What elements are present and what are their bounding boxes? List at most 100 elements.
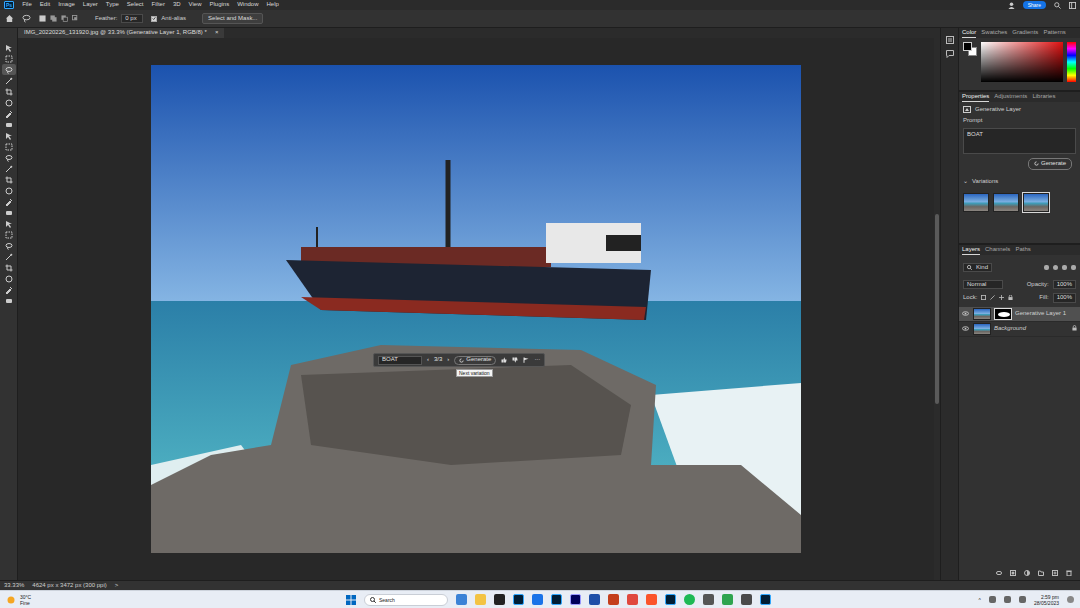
menu-item[interactable]: Layer (83, 1, 98, 8)
lock-brush-icon[interactable] (990, 295, 995, 300)
menu-item[interactable]: Plugins (209, 1, 229, 8)
tool-button[interactable] (2, 262, 16, 273)
color-field[interactable] (981, 42, 1063, 82)
layer-row[interactable]: Background (959, 322, 1080, 337)
photo[interactable]: BOAT ‹ 3/3 › Generate ··· (151, 65, 801, 553)
new-selection-icon[interactable] (39, 15, 46, 22)
more-options-button[interactable]: ··· (534, 356, 540, 363)
zoom-level[interactable]: 33.33% (4, 582, 24, 589)
feather-field[interactable]: 0 px (121, 14, 143, 23)
scroll-thumb[interactable] (935, 214, 939, 404)
volume-icon[interactable] (1004, 596, 1011, 603)
tool-button[interactable] (2, 295, 16, 306)
taskbar-search[interactable]: Search (364, 594, 448, 606)
antialias-checkbox[interactable] (151, 16, 157, 22)
workspace-icon[interactable] (1069, 2, 1076, 9)
clock[interactable]: 2:59 pm 28/05/2023 (1034, 594, 1059, 606)
taskbar-app-icon[interactable] (456, 594, 467, 605)
taskbar-app-icon[interactable] (570, 594, 581, 605)
taskbar-app-icon[interactable] (627, 594, 638, 605)
menu-item[interactable]: Filter (152, 1, 165, 8)
tool-button[interactable] (2, 251, 16, 262)
menu-item[interactable]: File (22, 1, 32, 8)
lasso-icon[interactable] (22, 14, 31, 23)
variations-header[interactable]: ⌄ Variations (959, 174, 1080, 185)
network-icon[interactable] (989, 596, 996, 603)
panel-tab[interactable]: Channels (985, 245, 1010, 254)
mask-thumbnail[interactable] (994, 308, 1012, 320)
menu-item[interactable]: Window (237, 1, 258, 8)
taskbar-app-icon[interactable] (703, 594, 714, 605)
menu-item[interactable]: Select (127, 1, 144, 8)
canvas-area[interactable]: BOAT ‹ 3/3 › Generate ··· (18, 38, 934, 580)
tool-button[interactable] (2, 130, 16, 141)
link-icon[interactable] (996, 570, 1002, 576)
thumbs-up-icon[interactable] (501, 357, 507, 363)
flag-icon[interactable] (523, 357, 529, 363)
menu-item[interactable]: Type (106, 1, 119, 8)
next-variation-button[interactable]: › (447, 356, 449, 363)
tool-button[interactable] (2, 119, 16, 130)
taskbar-app-icon[interactable] (475, 594, 486, 605)
tool-button[interactable] (2, 207, 16, 218)
close-tab-button[interactable]: × (215, 29, 219, 36)
taskbar-app-icon[interactable] (684, 594, 695, 605)
tool-button[interactable] (2, 218, 16, 229)
home-icon[interactable] (5, 14, 14, 23)
taskbar-app-icon[interactable] (608, 594, 619, 605)
layer-row[interactable]: Generative Layer 1 (959, 307, 1080, 322)
taskbar-app-icon[interactable] (646, 594, 657, 605)
generate-button[interactable]: Generate (454, 356, 496, 365)
history-icon[interactable] (946, 36, 954, 44)
menu-item[interactable]: 3D (173, 1, 181, 8)
subtract-selection-icon[interactable] (61, 15, 68, 22)
tool-button[interactable] (2, 229, 16, 240)
prompt-textarea[interactable]: BOAT (963, 128, 1076, 154)
blend-mode-select[interactable]: Normal (963, 280, 1003, 289)
opacity-field[interactable]: 100% (1053, 280, 1076, 289)
tool-button[interactable] (2, 108, 16, 119)
taskbar-app-icon[interactable] (551, 594, 562, 605)
tool-button[interactable] (2, 141, 16, 152)
select-and-mask-button[interactable]: Select and Mask... (202, 13, 263, 24)
tool-button[interactable] (2, 86, 16, 97)
variation-thumbnail[interactable] (993, 193, 1019, 212)
taskbar-app-icon[interactable] (494, 594, 505, 605)
user-icon[interactable] (1008, 2, 1015, 9)
visibility-toggle[interactable] (962, 310, 970, 317)
tool-button[interactable] (2, 97, 16, 108)
document-tab[interactable]: IMG_20220226_131920.jpg @ 33.3% (Generat… (18, 28, 224, 38)
fill-field[interactable]: 100% (1053, 293, 1076, 302)
weather-widget[interactable]: 30°C Fine (6, 594, 346, 606)
lock-pixels-icon[interactable] (981, 295, 986, 300)
kind-filter[interactable]: Kind (963, 263, 992, 272)
notification-icon[interactable] (1067, 596, 1074, 603)
antialias-option[interactable]: Anti-alias (151, 15, 186, 22)
tool-button[interactable] (2, 273, 16, 284)
taskbar-app-icon[interactable] (760, 594, 771, 605)
variation-thumbnail[interactable] (963, 193, 989, 212)
panel-tab[interactable]: Layers (962, 245, 980, 255)
shape-filter-icon[interactable] (1071, 265, 1076, 270)
type-filter-icon[interactable] (1062, 265, 1067, 270)
prompt-field[interactable]: BOAT (378, 356, 422, 365)
search-icon[interactable] (1054, 2, 1061, 9)
variation-thumbnail[interactable] (1023, 193, 1049, 212)
tool-button[interactable] (2, 42, 16, 53)
folder-icon[interactable] (1038, 570, 1044, 576)
menu-item[interactable]: Help (267, 1, 279, 8)
mask-icon[interactable] (1010, 570, 1016, 576)
tool-button[interactable] (2, 64, 16, 75)
battery-icon[interactable] (1019, 596, 1026, 603)
visibility-toggle[interactable] (962, 325, 970, 332)
panel-tab[interactable]: Properties (962, 92, 989, 102)
thumbs-down-icon[interactable] (512, 357, 518, 363)
panel-tab[interactable]: Libraries (1032, 92, 1055, 101)
layer-name[interactable]: Background (994, 325, 1026, 332)
intersect-selection-icon[interactable] (72, 15, 79, 22)
tool-button[interactable] (2, 284, 16, 295)
share-button[interactable]: Share (1023, 1, 1046, 9)
panel-tab[interactable]: Paths (1015, 245, 1030, 254)
taskbar-app-icon[interactable] (665, 594, 676, 605)
tool-button[interactable] (2, 174, 16, 185)
